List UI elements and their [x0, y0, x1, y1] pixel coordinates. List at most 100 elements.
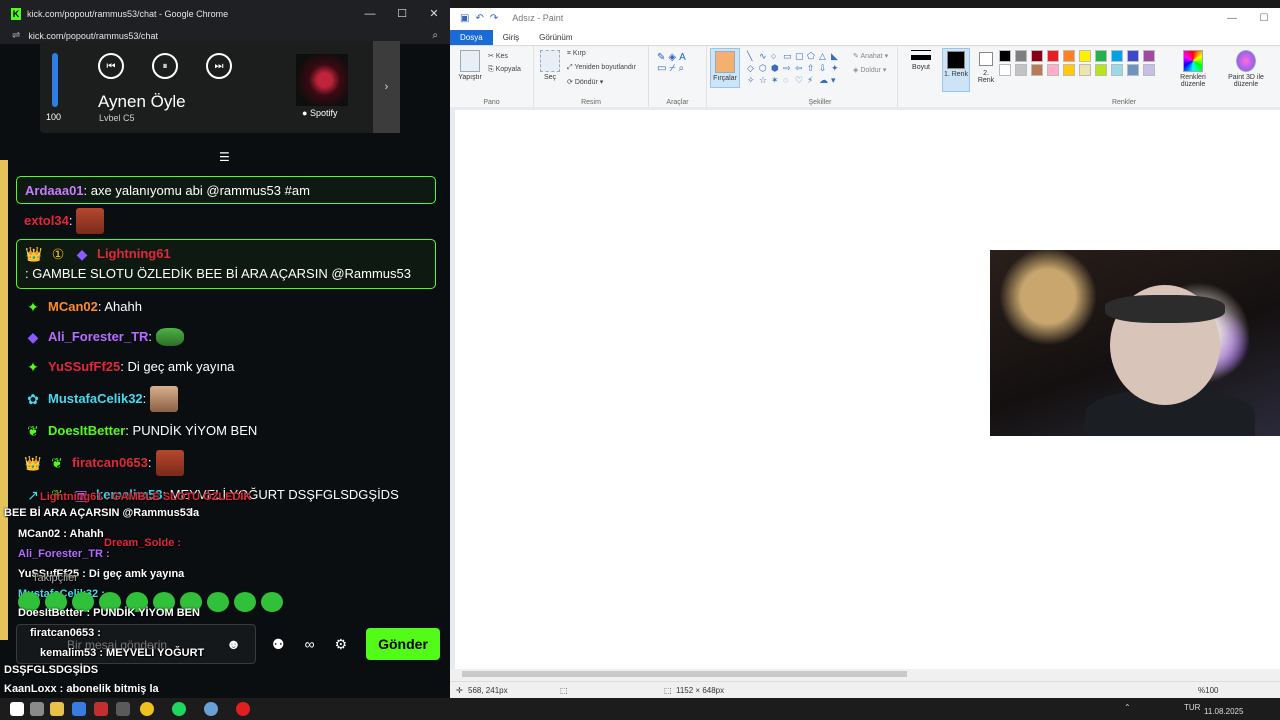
crown-badge-icon: 👑 — [24, 455, 42, 471]
text-icon[interactable]: A — [679, 52, 689, 63]
palette-swatch[interactable] — [999, 64, 1011, 76]
previous-track-button[interactable]: ⏮ — [98, 53, 124, 79]
emote-icon[interactable] — [207, 592, 229, 612]
shapes-gallery[interactable]: ╲ ∿ ○ ▭ ▢ ⬠ △ ◣ ◇ ⬡ ⬢ ⇨ ⇦ ⇧ ⇩ ✦ ✧ ☆ ✶ ◌ ♡ ⚡ ☁ ▾ — [747, 50, 843, 86]
palette-swatch[interactable] — [1095, 64, 1107, 76]
url-text[interactable]: kick.com/popout/rammus53/chat — [28, 31, 432, 41]
redo-icon[interactable]: ↷ — [490, 13, 498, 24]
rotate-button[interactable]: ⟳ Döndür ▾ — [567, 78, 603, 86]
scroll-thumb[interactable] — [462, 671, 907, 677]
palette-swatch[interactable] — [1063, 64, 1075, 76]
pencil-icon[interactable]: ✎ — [657, 52, 668, 63]
crop-button[interactable]: ⌗ Kırp — [567, 50, 586, 58]
app-icon[interactable] — [72, 702, 86, 716]
color2-button[interactable]: 2. Renk — [974, 50, 998, 84]
tab-view[interactable]: Görünüm — [529, 30, 582, 45]
chat-message: ◆ Ali_Forester_TR : — [24, 325, 436, 349]
chat-username[interactable]: DoesItBetter — [48, 421, 125, 441]
palette-swatch[interactable] — [1047, 50, 1059, 62]
send-button[interactable]: Gönder — [366, 628, 440, 660]
palette-swatch[interactable] — [1079, 50, 1091, 62]
palette-swatch[interactable] — [1031, 64, 1043, 76]
palette-swatch[interactable] — [1143, 64, 1155, 76]
palette-swatch[interactable] — [1111, 50, 1123, 62]
next-track-button[interactable]: ⏭ — [206, 53, 232, 79]
palette-swatch[interactable] — [1079, 64, 1091, 76]
chat-username[interactable]: Ali_Forester_TR — [48, 327, 148, 347]
chat-username[interactable]: Lightning61 — [97, 244, 171, 264]
app-icon[interactable] — [94, 702, 108, 716]
expand-button[interactable]: › — [373, 41, 400, 133]
emoji-icon[interactable]: ☻ — [226, 636, 241, 652]
chat-username[interactable]: MCan02 — [48, 297, 98, 317]
site-info-icon[interactable]: ⇌ — [12, 30, 20, 41]
paint3d-button[interactable]: Paint 3D ile düzenle — [1223, 50, 1269, 88]
infinity-icon[interactable]: ∞ — [305, 636, 315, 653]
palette-swatch[interactable] — [1111, 64, 1123, 76]
chat-username[interactable]: MustafaCelik32 — [48, 389, 143, 409]
maximize-button[interactable]: ☐ — [386, 7, 418, 20]
undo-icon[interactable]: ↶ — [475, 13, 483, 24]
app-icon[interactable] — [204, 702, 218, 716]
app-icon[interactable] — [116, 702, 130, 716]
file-explorer-icon[interactable] — [50, 702, 64, 716]
palette-swatch[interactable] — [1095, 50, 1107, 62]
sparkle-badge-icon: ✦ — [27, 299, 39, 315]
chrome-icon[interactable] — [140, 702, 154, 716]
palette-swatch[interactable] — [1015, 64, 1027, 76]
chat-username[interactable]: YuSSufFf25 — [48, 357, 120, 377]
emote-icon[interactable] — [234, 592, 256, 612]
fill-dropdown[interactable]: ◈ Doldur ▾ — [853, 66, 886, 74]
language-indicator[interactable]: TUR — [1184, 703, 1200, 712]
overlay-line: DoesItBetter : PUNDİK YİYOM BEN — [18, 607, 200, 619]
start-icon[interactable] — [10, 702, 24, 716]
tab-file[interactable]: Dosya — [450, 30, 493, 45]
paint-maximize-button[interactable]: ☐ — [1248, 13, 1280, 24]
color-palette[interactable] — [999, 50, 1157, 76]
youtube-icon[interactable] — [236, 702, 250, 716]
palette-swatch[interactable] — [1047, 64, 1059, 76]
select-button[interactable]: Seç — [537, 50, 563, 81]
chat-username[interactable]: extol34 — [24, 211, 69, 231]
paste-button[interactable]: Yapıştır — [455, 50, 485, 81]
size-button[interactable]: Boyut — [906, 50, 936, 71]
paint-minimize-button[interactable]: — — [1216, 13, 1248, 24]
overlay-line: Ali_Forester_TR : — [18, 548, 110, 560]
save-icon[interactable]: ▣ — [460, 13, 469, 24]
color1-button[interactable]: 1. Renk — [942, 48, 970, 92]
cut-button[interactable]: ✂ Kes — [488, 52, 508, 60]
palette-swatch[interactable] — [1143, 50, 1155, 62]
settings-gear-icon[interactable]: ⚙ — [335, 636, 348, 653]
horizontal-scrollbar[interactable] — [450, 669, 1280, 679]
brushes-button[interactable]: Fırçalar — [710, 48, 740, 88]
chat-username[interactable]: firatcan0653 — [72, 453, 148, 473]
eraser-icon[interactable]: ▭ — [657, 63, 669, 74]
palette-swatch[interactable] — [1127, 50, 1139, 62]
palette-swatch[interactable] — [1063, 50, 1075, 62]
outline-dropdown[interactable]: ✎ Anahat ▾ — [853, 52, 888, 60]
edit-colors-button[interactable]: Renkleri düzenle — [1173, 50, 1213, 88]
chat-username[interactable]: Ardaaa01 — [25, 181, 84, 201]
zoom-icon[interactable]: ⌕ — [432, 30, 438, 41]
volume-slider[interactable] — [52, 53, 58, 107]
spotify-taskbar-icon[interactable] — [172, 702, 186, 716]
palette-swatch[interactable] — [1015, 50, 1027, 62]
minimize-button[interactable]: — — [354, 8, 386, 20]
emote-icon[interactable] — [261, 592, 283, 612]
palette-swatch[interactable] — [1031, 50, 1043, 62]
tab-home[interactable]: Giriş — [493, 30, 529, 45]
tray-arrow-icon[interactable]: ⌃ — [1124, 703, 1131, 712]
resize-button[interactable]: ⤢ Yeniden boyutlandır — [567, 64, 636, 72]
close-button[interactable]: ✕ — [418, 7, 450, 20]
fill-bucket-icon[interactable]: ◈ — [668, 52, 679, 63]
cursor-icon: ✛ — [456, 686, 463, 695]
search-icon[interactable] — [30, 702, 44, 716]
scroll-to-bottom-icon[interactable]: ☰ — [219, 150, 230, 164]
users-icon[interactable]: ⚉ — [272, 636, 285, 653]
pause-button[interactable]: ⏸ — [152, 53, 178, 79]
palette-swatch[interactable] — [1127, 64, 1139, 76]
palette-swatch[interactable] — [999, 50, 1011, 62]
overlay-line: Takipçiler — [32, 572, 78, 584]
copy-button[interactable]: ⎘ Kopyala — [488, 66, 521, 74]
magnifier-icon[interactable]: ⌕ — [678, 63, 687, 74]
